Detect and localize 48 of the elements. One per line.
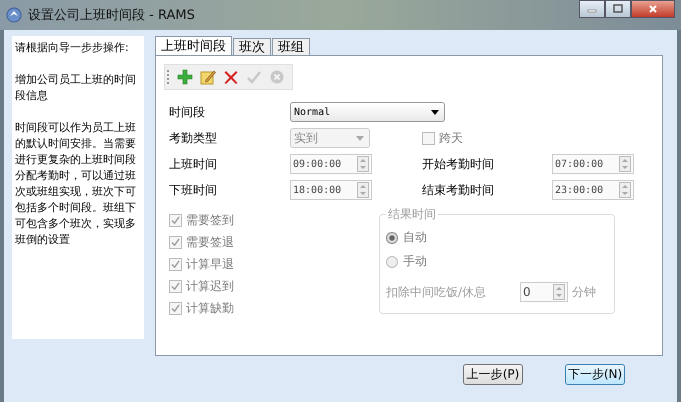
check-icon xyxy=(246,69,262,85)
field-label: 上班时间 xyxy=(169,156,218,172)
maximize-icon xyxy=(613,4,623,14)
checkmark-icon xyxy=(171,238,180,247)
wizard-button[interactable]: 上一步(P) xyxy=(463,364,523,385)
radio-option[interactable]: 手动 xyxy=(386,253,608,270)
close-icon xyxy=(648,4,658,14)
close-button[interactable] xyxy=(631,0,675,18)
checkmark-icon xyxy=(171,260,180,269)
tab[interactable]: 上班时间段 xyxy=(155,36,232,55)
cross-icon xyxy=(222,69,238,85)
plus-icon xyxy=(176,69,192,85)
window-title: 设置公司上班时间段 - RAMS xyxy=(28,7,195,24)
radio-option[interactable]: 自动 xyxy=(386,229,608,246)
checkmark-icon xyxy=(171,216,180,225)
field-label: 结束考勤时间 xyxy=(422,182,495,198)
tab[interactable]: 班次 xyxy=(233,38,271,55)
spinner-icon xyxy=(553,284,566,300)
tab[interactable]: 班组 xyxy=(272,38,310,55)
cancel-icon xyxy=(268,69,284,85)
minimize-button[interactable] xyxy=(579,0,605,18)
spinner-icon xyxy=(357,156,369,172)
guide-text: 时间段可以作为员工上班的默认时间安排。当需要进行更复杂的上班时间段分配考勤时，可以通过班次或班组实现，班次下可包括多个时间段。班组下可包含多个班次，实现多班倒的设置 xyxy=(15,120,137,248)
app-icon xyxy=(6,7,22,23)
field-label: 下班时间 xyxy=(169,182,218,198)
guide-heading: 请根据向导一步步操作: xyxy=(15,40,130,56)
field-label: 扣除中间吃饭/休息 xyxy=(386,284,486,300)
checkmark-icon xyxy=(171,282,180,291)
unit-label: 分钟 xyxy=(572,284,596,300)
wizard-button[interactable]: 下一步(N) xyxy=(565,364,625,385)
group-title: 结果时间 xyxy=(387,206,437,223)
radio-button[interactable] xyxy=(386,232,398,244)
spinner-icon xyxy=(619,182,631,198)
dropdown-arrow-icon xyxy=(431,110,439,114)
spinner-icon xyxy=(357,182,369,198)
spinner-icon xyxy=(619,156,631,172)
time-segment-dropdown[interactable]: Normal xyxy=(290,102,445,122)
field-label: 考勤类型 xyxy=(169,130,218,146)
field-label: 开始考勤时间 xyxy=(422,156,495,172)
field-label: 时间段 xyxy=(169,104,206,120)
guide-text: 增加公司员工上班的时间段信息 xyxy=(15,72,137,104)
radio-button[interactable] xyxy=(386,256,398,268)
pencil-icon xyxy=(200,69,216,85)
maximize-button[interactable] xyxy=(605,0,631,18)
dropdown-arrow-icon xyxy=(356,136,364,140)
minutes-field[interactable]: 0 xyxy=(520,282,568,302)
checkmark-icon xyxy=(171,304,180,313)
add-button[interactable] xyxy=(175,68,194,86)
